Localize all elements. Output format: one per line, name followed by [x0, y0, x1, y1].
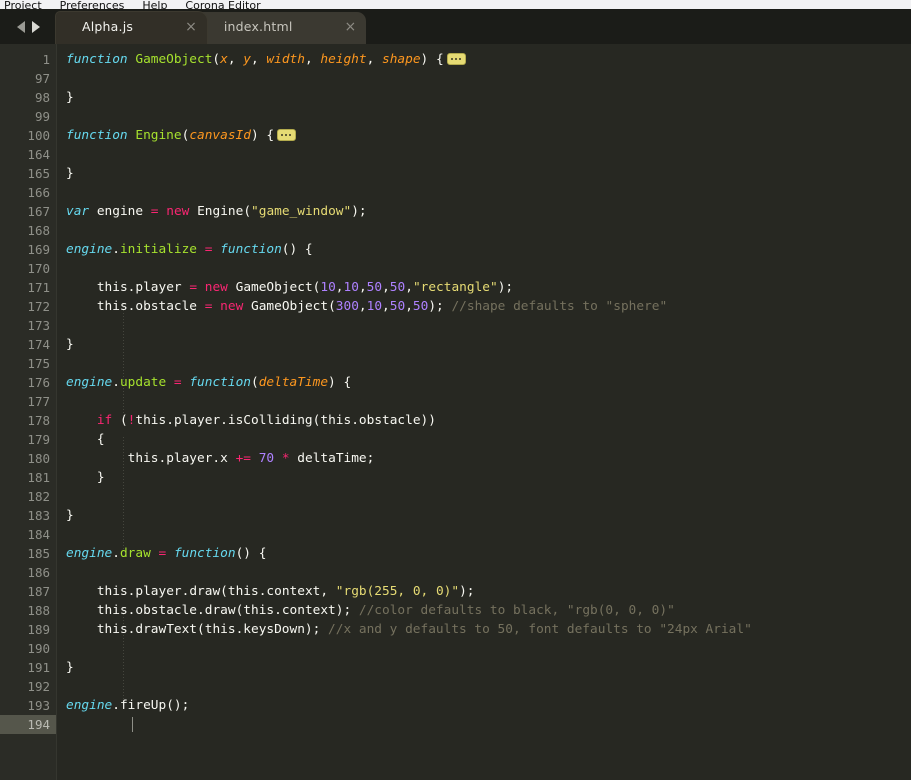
code-line[interactable] — [66, 677, 911, 696]
line-number[interactable]: 181 — [0, 468, 57, 487]
line-number[interactable]: 190 — [0, 639, 57, 658]
line-number[interactable]: 100 — [0, 126, 57, 145]
line-number[interactable]: 183 — [0, 506, 57, 525]
code-line[interactable] — [66, 259, 911, 278]
code-line[interactable] — [66, 107, 911, 126]
line-number[interactable]: 169 — [0, 240, 57, 259]
line-number[interactable]: 164 — [0, 145, 57, 164]
line-number[interactable]: 172 — [0, 297, 57, 316]
code-line[interactable]: if (!this.player.isColliding(this.obstac… — [66, 411, 911, 430]
line-number[interactable]: 173 — [0, 316, 57, 335]
code-line[interactable] — [66, 563, 911, 582]
line-number[interactable]: 166 — [0, 183, 57, 202]
code-line[interactable]: var engine = new Engine("game_window"); — [66, 202, 911, 221]
code-line[interactable] — [66, 316, 911, 335]
code-fold-marker[interactable] — [277, 129, 297, 141]
line-number[interactable]: 167 — [0, 202, 57, 221]
code-line[interactable] — [66, 221, 911, 240]
code-line[interactable]: } — [66, 468, 911, 487]
line-number[interactable]: 189 — [0, 620, 57, 639]
line-number[interactable]: 97 — [0, 69, 57, 88]
menu-bar: Project Preferences Help Corona Editor — [0, 0, 911, 9]
line-number[interactable]: 192 — [0, 677, 57, 696]
line-number[interactable]: 171 — [0, 278, 57, 297]
code-line[interactable] — [66, 392, 911, 411]
line-number[interactable]: 165 — [0, 164, 57, 183]
tab-label: Alpha.js — [82, 19, 134, 34]
code-line[interactable]: this.player = new GameObject(10,10,50,50… — [66, 278, 911, 297]
code-line[interactable]: engine.fireUp(); — [66, 696, 911, 715]
line-number[interactable]: 178 — [0, 411, 57, 430]
menu-item-project[interactable]: Project — [4, 0, 42, 9]
tab-label: index.html — [223, 19, 293, 34]
line-number[interactable]: 188 — [0, 601, 57, 620]
tab-prev-arrow-icon[interactable] — [16, 20, 25, 33]
line-number[interactable]: 185 — [0, 544, 57, 563]
line-number[interactable]: 175 — [0, 354, 57, 373]
line-number[interactable]: 1 — [0, 50, 57, 69]
tab-index-html[interactable]: index.html × — [197, 9, 367, 44]
line-number[interactable]: 182 — [0, 487, 57, 506]
code-fold-marker[interactable] — [446, 53, 466, 65]
code-line[interactable]: engine.draw = function() { — [66, 544, 911, 563]
line-number[interactable]: 179 — [0, 430, 57, 449]
code-line[interactable]: engine.initialize = function() { — [66, 240, 911, 259]
code-line[interactable] — [66, 354, 911, 373]
line-number[interactable]: 170 — [0, 259, 57, 278]
code-line[interactable]: this.obstacle.draw(this.context); //colo… — [66, 601, 911, 620]
line-number[interactable]: 186 — [0, 563, 57, 582]
code-line[interactable]: } — [66, 164, 911, 183]
line-number[interactable]: 174 — [0, 335, 57, 354]
code-area[interactable]: function GameObject(x, y, width, height,… — [57, 44, 911, 780]
code-line[interactable]: function Engine(canvasId) { — [66, 126, 911, 145]
code-line[interactable]: } — [66, 335, 911, 354]
line-number[interactable]: 193 — [0, 696, 57, 715]
line-number[interactable]: 177 — [0, 392, 57, 411]
code-line[interactable] — [66, 487, 911, 506]
tab-navigation-controls — [0, 9, 56, 44]
line-number[interactable]: 184 — [0, 525, 57, 544]
text-cursor — [132, 717, 133, 732]
line-number[interactable]: 180 — [0, 449, 57, 468]
code-line[interactable] — [66, 715, 911, 734]
code-line[interactable] — [66, 525, 911, 544]
tab-alpha-js[interactable]: Alpha.js × — [56, 9, 207, 44]
code-line[interactable]: this.player.x += 70 * deltaTime; — [66, 449, 911, 468]
code-line[interactable]: { — [66, 430, 911, 449]
code-line[interactable]: this.player.draw(this.context, "rgb(255,… — [66, 582, 911, 601]
code-line[interactable] — [66, 145, 911, 164]
code-line[interactable] — [66, 183, 911, 202]
line-number[interactable]: 191 — [0, 658, 57, 677]
tab-close-icon[interactable]: × — [345, 20, 357, 34]
code-line[interactable]: engine.update = function(deltaTime) { — [66, 373, 911, 392]
code-line[interactable]: } — [66, 88, 911, 107]
line-number[interactable]: 168 — [0, 221, 57, 240]
code-line[interactable]: } — [66, 506, 911, 525]
line-number[interactable]: 98 — [0, 88, 57, 107]
line-number[interactable]: 194 — [0, 715, 57, 734]
code-line[interactable]: } — [66, 658, 911, 677]
line-number-gutter[interactable]: 1 97 98 99 100 164 165 166 167 168 169 170 171 172 173… — [0, 44, 57, 780]
code-line[interactable]: this.obstacle = new GameObject(300,10,50… — [66, 297, 911, 316]
code-line[interactable]: function GameObject(x, y, width, height,… — [66, 50, 911, 69]
code-editor[interactable]: 1 97 98 99 100 164 165 166 167 168 169 170 171 172 173… — [0, 44, 911, 780]
line-number[interactable]: 187 — [0, 582, 57, 601]
tab-close-icon[interactable]: × — [185, 20, 197, 34]
menu-item-help[interactable]: Help — [142, 0, 167, 9]
code-line[interactable]: this.drawText(this.keysDown); //x and y … — [66, 620, 911, 639]
line-number[interactable]: 99 — [0, 107, 57, 126]
tab-bar: Alpha.js × index.html × — [0, 9, 911, 44]
line-number[interactable]: 176 — [0, 373, 57, 392]
menu-item-corona-editor[interactable]: Corona Editor — [185, 0, 260, 9]
tab-next-arrow-icon[interactable] — [31, 20, 40, 33]
code-line[interactable] — [66, 639, 911, 658]
menu-item-preferences[interactable]: Preferences — [60, 0, 125, 9]
code-line[interactable] — [66, 69, 911, 88]
